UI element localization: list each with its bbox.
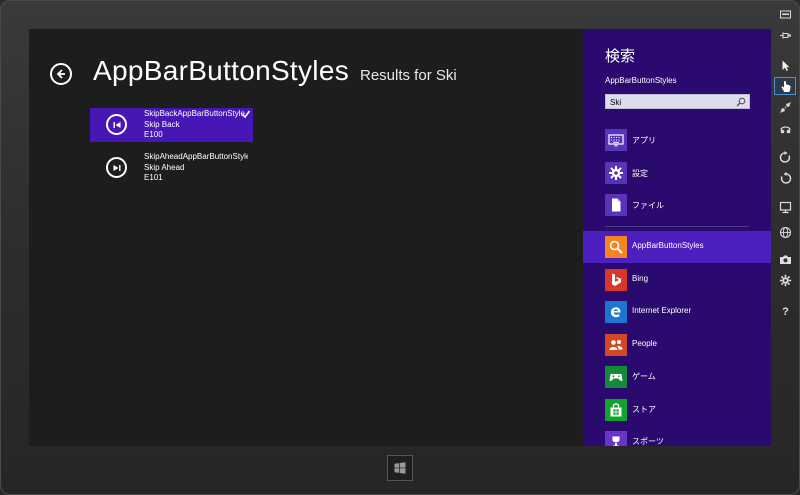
- scope-label: 設定: [632, 169, 648, 178]
- gamepad-icon: [605, 366, 627, 388]
- touch-icon: [781, 80, 790, 92]
- help-button[interactable]: ?: [774, 301, 796, 319]
- result-name: SkipAheadAppBarButtonStyle: [144, 152, 248, 161]
- result-name: SkipBackAppBarButtonStyle: [144, 109, 245, 118]
- change-resolution-button[interactable]: [774, 198, 796, 216]
- app-item-appbarbuttonstyles[interactable]: AppBarButtonStyles: [583, 231, 771, 263]
- back-arrow-icon: [56, 69, 65, 79]
- trophy-icon: [605, 431, 627, 446]
- scope-label: アプリ: [632, 136, 656, 145]
- store-icon: [605, 399, 627, 421]
- scope-settings[interactable]: 設定: [583, 162, 771, 192]
- search-icon: [605, 236, 627, 258]
- app-label: Internet Explorer: [632, 306, 692, 315]
- simulator-frame: AppBarButtonStyles Results for Ski SkipB…: [0, 0, 800, 495]
- people-icon: [605, 334, 627, 356]
- results-subtitle: Results for Ski: [360, 67, 457, 84]
- screenshot-button[interactable]: [774, 250, 796, 268]
- search-icon[interactable]: [736, 97, 746, 107]
- page-title: AppBarButtonStyles: [93, 55, 349, 86]
- scope-files[interactable]: ファイル: [583, 194, 771, 224]
- app-label: People: [632, 339, 657, 348]
- windows-logo-icon: [394, 462, 406, 474]
- result-code: E101: [144, 173, 163, 182]
- app-item-internet-explorer[interactable]: Internet Explorer: [583, 296, 771, 328]
- pointer-icon: [782, 60, 789, 71]
- result-code: E100: [144, 130, 163, 139]
- rotate-gesture-button[interactable]: [774, 119, 796, 137]
- app-label: AppBarButtonStyles: [632, 241, 704, 250]
- help-icon: ?: [782, 306, 789, 317]
- rotate-gesture-icon: [779, 125, 791, 133]
- charm-current-app: AppBarButtonStyles: [605, 76, 677, 85]
- app-item-bing[interactable]: Bing: [583, 264, 771, 296]
- skip-back-icon: [106, 114, 127, 135]
- camera-icon: [779, 255, 791, 264]
- pinch-zoom-button[interactable]: [774, 98, 796, 116]
- pinch-icon: [779, 101, 791, 113]
- location-icon: [779, 226, 791, 238]
- settings-icon: [779, 274, 791, 286]
- app-label: Bing: [632, 274, 649, 283]
- keyboard-icon: [605, 129, 627, 151]
- result-label: Skip Ahead: [144, 162, 185, 172]
- app-label: ゲーム: [632, 372, 656, 381]
- pin-icon: [779, 32, 791, 38]
- bing-icon: [605, 269, 627, 291]
- app-label: ストア: [632, 405, 656, 414]
- ie-icon: [605, 301, 627, 323]
- app-label: スポーツ: [632, 437, 664, 446]
- scope-label: ファイル: [632, 201, 664, 210]
- checkmark-icon: [241, 110, 251, 119]
- result-item-skipback[interactable]: SkipBackAppBarButtonStyle Skip Back E100: [90, 108, 253, 142]
- settings-button[interactable]: [774, 271, 796, 289]
- gear-icon: [605, 162, 627, 184]
- search-input[interactable]: [610, 96, 730, 108]
- search-charm: 検索 AppBarButtonStyles アプリ: [583, 29, 771, 446]
- charm-title: 検索: [605, 48, 636, 65]
- pin-button[interactable]: [774, 26, 796, 44]
- search-box[interactable]: [605, 94, 750, 109]
- touch-mode-button[interactable]: [774, 77, 796, 95]
- svg-text:?: ?: [782, 306, 789, 317]
- windows-home-button[interactable]: [387, 455, 413, 481]
- rotate-counterclockwise-icon: [780, 171, 791, 184]
- app-item-games[interactable]: ゲーム: [583, 361, 771, 393]
- app-item-people[interactable]: People: [583, 329, 771, 361]
- app-item-store[interactable]: ストア: [583, 394, 771, 426]
- back-button[interactable]: [50, 63, 72, 85]
- app-screen: AppBarButtonStyles Results for Ski SkipB…: [29, 29, 771, 446]
- set-location-button[interactable]: [774, 223, 796, 241]
- file-icon: [605, 194, 627, 216]
- scope-apps[interactable]: アプリ: [583, 129, 771, 159]
- resolution-icon: [779, 201, 791, 213]
- charm-divider: [605, 226, 749, 227]
- result-item-skipahead[interactable]: SkipAheadAppBarButtonStyle Skip Ahead E1…: [90, 151, 253, 185]
- rotate-counterclockwise-button[interactable]: [774, 169, 796, 187]
- skip-ahead-icon: [106, 157, 127, 178]
- app-item-sports[interactable]: スポーツ: [583, 426, 771, 446]
- mouse-mode-button[interactable]: [774, 56, 796, 74]
- rotate-clockwise-icon: [779, 150, 790, 163]
- minimize-button[interactable]: [774, 5, 796, 23]
- rotate-clockwise-button[interactable]: [774, 148, 796, 166]
- result-label: Skip Back: [144, 119, 180, 129]
- minimize-icon: [779, 10, 791, 18]
